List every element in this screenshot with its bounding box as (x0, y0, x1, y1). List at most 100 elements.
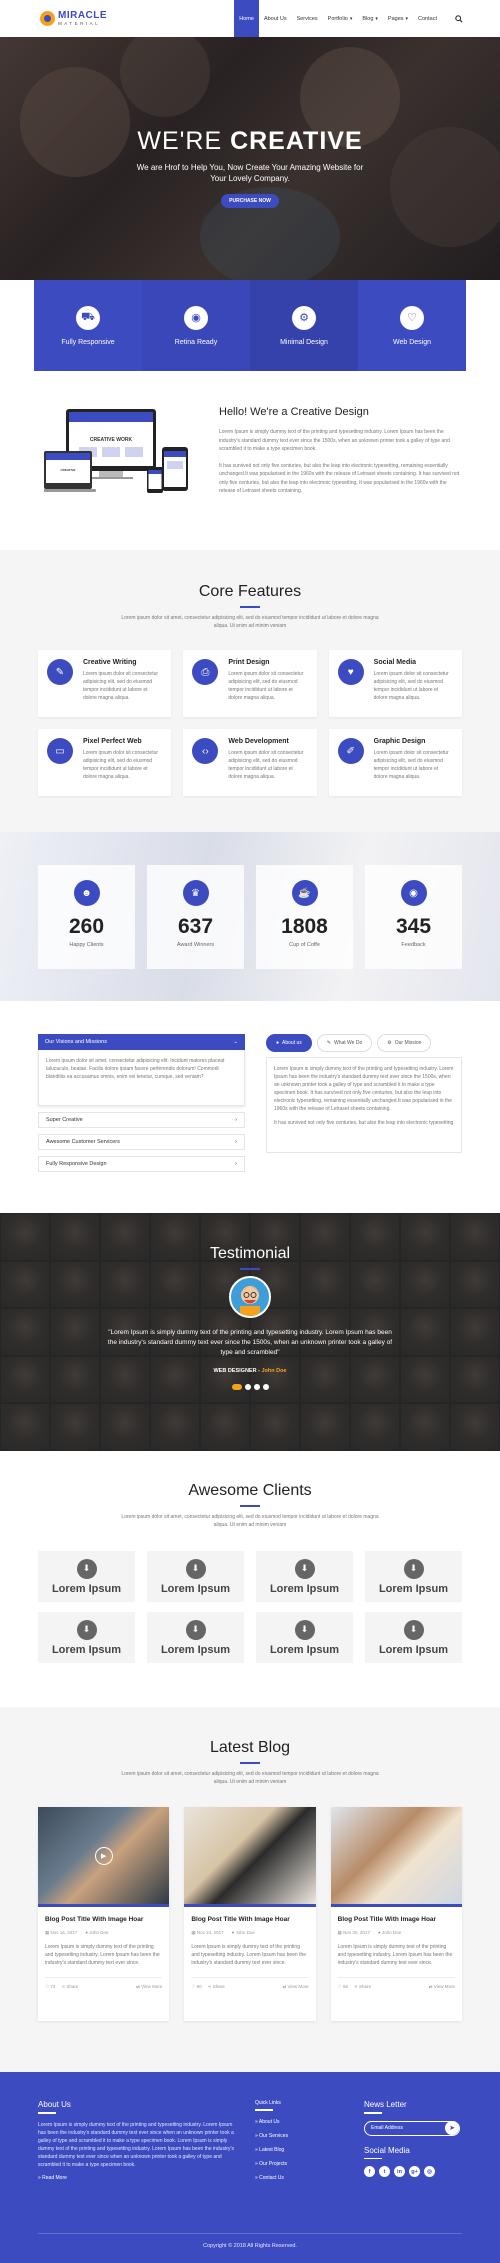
nav-item-home[interactable]: Home (234, 0, 259, 37)
section-title: Core Features (198, 583, 302, 600)
share-button[interactable]: ⋖ Share (354, 1984, 371, 1989)
share-button[interactable]: ⋖ Share (208, 1984, 225, 1989)
nav-item-services[interactable]: Services (292, 0, 323, 37)
view-more-link[interactable]: ⇄ View More (136, 1984, 162, 1990)
linkedin-icon[interactable]: in (394, 2166, 405, 2177)
blog-post-card[interactable]: ▶ Blog Post Title With Image Hoar ▦ Nov 16… (38, 1807, 170, 2021)
intro-title: Hello! We're a Creative Design (219, 406, 369, 418)
footer-link[interactable]: » Contact Us (255, 2175, 288, 2181)
blog-post-image[interactable] (184, 1807, 316, 1907)
googleplus-icon[interactable]: g+ (409, 2166, 420, 2177)
footer-link[interactable]: » About Us (255, 2119, 288, 2125)
heart-icon: ♥ (337, 659, 364, 685)
accordion-body: Lorem ipsum dolor sit amet, consectetur … (38, 1050, 245, 1106)
blog-post-image[interactable]: ▶ (38, 1807, 170, 1907)
feature-card-text: Lorem ipsum dolor sit consectetur adipis… (373, 750, 449, 780)
accordion-item[interactable]: Awesome Customer Servicers › (38, 1134, 245, 1150)
client-logo[interactable]: ⬇ Lorem Ipsum (256, 1612, 353, 1663)
carousel-dot[interactable] (262, 1384, 269, 1390)
facebook-icon[interactable]: f (364, 2166, 375, 2177)
client-logo[interactable]: ⬇ Lorem Ipsum (147, 1612, 244, 1663)
tabs: ● About us ✎ What We Do ⚙ Our Mission Lorem I… (266, 1034, 462, 1153)
purchase-now-button[interactable]: PURCHASE NOW (221, 194, 279, 208)
nav-item-blog[interactable]: Blog ▾ (357, 0, 383, 37)
carousel-dots (0, 1384, 500, 1390)
feature-card[interactable]: ♥ Social Media Lorem ipsum dolor sit conse… (328, 650, 462, 717)
accordion-tabs-section: Our Visions and Missions ⌄ Lorem ipsum d… (0, 1001, 500, 1213)
settings-icon: ⚙ (292, 305, 316, 330)
client-logo[interactable]: ⬇ Lorem Ipsum (365, 1551, 462, 1602)
chevron-down-icon: ▾ (349, 15, 353, 22)
nav-item-about-us[interactable]: About Us (259, 0, 292, 37)
title-underline (240, 1505, 260, 1507)
section-title: Testimonial (209, 1245, 291, 1262)
blog-post-title[interactable]: Blog Post Title With Image Hoar (338, 1916, 455, 1923)
counter-value: 260 (68, 915, 105, 938)
play-icon[interactable]: ▶ (94, 1846, 113, 1865)
footer-links-title: Quick Links (255, 2100, 281, 2106)
client-logo[interactable]: ⬇ Lorem Ipsum (147, 1551, 244, 1602)
feature-card[interactable]: ✐ Graphic Design Lorem ipsum dolor sit con… (328, 729, 462, 796)
blog-post-meta: ▦ Nov 16, 2017 ● John Doe (45, 1930, 109, 1935)
newsletter-email-input[interactable]: Email Address ➤ (364, 2120, 460, 2136)
nav-item-pages[interactable]: Pages ▾ (383, 0, 413, 37)
footer-link[interactable]: » Our Projects (255, 2161, 288, 2167)
feature-box[interactable]: ♡ Web Design (358, 280, 466, 371)
send-icon[interactable]: ➤ (445, 2121, 459, 2135)
feature-box[interactable]: ⛟ Fully Responsive (34, 280, 142, 371)
clients-section: Awesome Clients Lorem ipsum dolor sit am… (0, 1451, 500, 1707)
heart-icon: ♡ (400, 305, 424, 330)
footer-link[interactable]: » Latest Blog (255, 2147, 288, 2153)
tab-our-mission[interactable]: ⚙ Our Mission (377, 1034, 432, 1052)
feature-card[interactable]: ⎙ Print Design Lorem ipsum dolor sit conse… (183, 650, 317, 717)
logo[interactable]: MIRACLE MATERIAL (40, 10, 107, 27)
section-title: Latest Blog (209, 1739, 291, 1756)
client-logo[interactable]: ⬇ Lorem Ipsum (365, 1612, 462, 1663)
footer-link[interactable]: » Our Services (255, 2133, 288, 2139)
main-nav: Home About Us Services Portfolio ▾ Blog ▾ Pages… (234, 0, 442, 37)
blog-post-title[interactable]: Blog Post Title With Image Hoar (191, 1916, 308, 1923)
blog-post-title[interactable]: Blog Post Title With Image Hoar (45, 1916, 162, 1923)
feature-card[interactable]: ▭ Pixel Perfect Web Lorem ipsum dolor sit … (38, 729, 172, 796)
social-title: Social Media (364, 2145, 410, 2155)
feature-card[interactable]: ‹› Web Development Lorem ipsum dolor sit c… (183, 729, 317, 796)
chevron-down-icon: ▾ (375, 15, 378, 22)
blog-post-card[interactable]: Blog Post Title With Image Hoar ▦ Nov 24,… (184, 1807, 316, 2021)
carousel-dot[interactable] (231, 1384, 242, 1390)
chevron-down-icon: ⌄ (233, 1039, 238, 1045)
carousel-dot[interactable] (253, 1384, 260, 1390)
chevron-right-icon: › (235, 1117, 237, 1123)
view-more-link[interactable]: ⇄ View More (282, 1984, 308, 1990)
blog-post-image[interactable] (330, 1807, 462, 1907)
client-logo[interactable]: ⬇ Lorem Ipsum (38, 1612, 135, 1663)
share-button[interactable]: ⋖ Share (61, 1984, 78, 1989)
accordion-item[interactable]: Fully Responsive Design › (38, 1156, 245, 1172)
feature-box[interactable]: ◉ Retina Ready (142, 280, 250, 371)
chevron-right-icon: › (235, 1139, 237, 1145)
carousel-dot[interactable] (244, 1384, 251, 1390)
read-more-link[interactable]: » Read More (38, 2175, 238, 2181)
tab-about-us[interactable]: ● About us (266, 1034, 312, 1052)
chevron-down-icon: ▾ (405, 15, 409, 22)
client-logo[interactable]: ⬇ Lorem Ipsum (256, 1551, 353, 1602)
accordion-header-open[interactable]: Our Visions and Missions ⌄ (38, 1034, 245, 1050)
tab-what-we-do[interactable]: ✎ What We Do (316, 1034, 373, 1052)
nav-item-portfolio[interactable]: Portfolio ▾ (323, 0, 358, 37)
footer-about-text: Lorem Ipsum is simply dummy text of the … (38, 2121, 234, 2168)
blog-post-card[interactable]: Blog Post Title With Image Hoar ▦ Nov 30,… (330, 1807, 462, 2021)
copyright: Copyright © 2018 All Rights Reserved. (38, 2233, 462, 2249)
download-icon: ⬇ (76, 1558, 97, 1579)
feature-card[interactable]: ✎ Creative Writing Lorem ipsum dolor sit c… (38, 650, 172, 717)
twitter-icon[interactable]: t (379, 2166, 390, 2177)
search-icon[interactable] (454, 14, 464, 23)
feature-box[interactable]: ⚙ Minimal Design (250, 280, 358, 371)
view-more-link[interactable]: ⇄ View More (429, 1984, 455, 1990)
client-logo[interactable]: ⬇ Lorem Ipsum (38, 1551, 135, 1602)
counter-label: Feedback (401, 942, 426, 948)
download-icon: ⬇ (294, 1619, 315, 1640)
nav-item-contact[interactable]: Contact (413, 0, 442, 37)
site-header: MIRACLE MATERIAL Home About Us Services Por… (0, 0, 500, 37)
brush-icon: ✐ (337, 738, 364, 764)
accordion-item[interactable]: Super Creative › (38, 1112, 245, 1128)
dribbble-icon[interactable]: ◎ (424, 2166, 435, 2177)
